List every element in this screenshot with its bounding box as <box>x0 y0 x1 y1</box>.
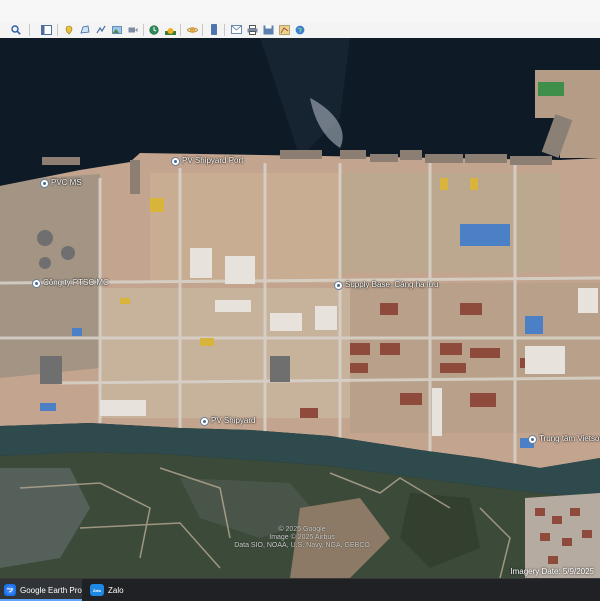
map-attribution: © 2025 Google Image © 2025 Airbus Data S… <box>222 526 382 550</box>
search-icon[interactable] <box>10 24 22 35</box>
toolbar-separator <box>143 24 144 36</box>
place-label[interactable]: PV Shipyard <box>211 416 255 425</box>
place-label[interactable]: Supply Base, Cảng hạ lưu <box>345 280 438 289</box>
attribution-copyright: © 2025 Google <box>278 526 326 533</box>
toolbar-separator <box>224 24 225 36</box>
satellite-map-view[interactable]: PVC MS PV Shipyard Port Công ty PTSC MC … <box>0 38 600 578</box>
attribution-data: Data SIO, NOAA, U.S. Navy, NGA, GEBCO <box>234 542 370 549</box>
place-label[interactable]: PVC MS <box>51 178 82 187</box>
ne-building <box>538 82 564 96</box>
placemark-pin[interactable] <box>32 279 41 288</box>
toolbar <box>0 0 600 39</box>
satellite-imagery <box>0 38 600 578</box>
placemark-icon[interactable] <box>63 24 75 35</box>
toolbar-separator <box>202 24 203 36</box>
place-label[interactable]: PV Shipyard Port <box>182 156 243 165</box>
placemark-pin[interactable] <box>334 281 343 290</box>
yard-block-2 <box>340 173 560 273</box>
save-image-icon[interactable] <box>262 24 274 35</box>
ruler-icon[interactable] <box>208 24 220 35</box>
email-icon[interactable] <box>230 24 242 35</box>
toolbar-separator <box>57 24 58 36</box>
zalo-icon-text: Zalo <box>92 587 102 593</box>
toolbar-separator <box>180 24 181 36</box>
historical-imagery-icon[interactable] <box>148 24 160 35</box>
west-lot <box>0 174 100 378</box>
placemark-pin[interactable] <box>171 157 180 166</box>
imagery-date: Imagery Date: 5/9/2025 <box>510 567 594 576</box>
attribution-image: Image © 2025 Airbus <box>269 534 335 541</box>
taskbar-item-label: Zalo <box>108 585 124 595</box>
taskbar: Google Earth Pro Zalo Zalo <box>0 578 600 601</box>
zalo-icon: Zalo <box>90 584 104 596</box>
planets-icon[interactable] <box>186 24 198 35</box>
taskbar-item-google-earth[interactable]: Google Earth Pro <box>0 579 82 601</box>
sun-icon[interactable] <box>164 24 176 35</box>
placemark-pin[interactable] <box>40 179 49 188</box>
globe-icon[interactable] <box>294 24 306 35</box>
place-label[interactable]: Trung tâm Vietsovpetro <box>539 434 600 443</box>
image-overlay-icon[interactable] <box>111 24 123 35</box>
record-tour-icon[interactable] <box>127 24 139 35</box>
placemark-pin[interactable] <box>528 435 537 444</box>
place-label[interactable]: Công ty PTSC MC <box>43 278 109 287</box>
path-icon[interactable] <box>95 24 107 35</box>
map-view-icon[interactable] <box>278 24 290 35</box>
placemark-pin[interactable] <box>200 417 209 426</box>
google-earth-icon <box>4 584 16 596</box>
taskbar-item-zalo[interactable]: Zalo Zalo <box>86 579 136 601</box>
polygon-icon[interactable] <box>79 24 91 35</box>
print-icon[interactable] <box>246 24 258 35</box>
toolbar-separator <box>29 24 30 36</box>
sidebar-toggle-icon[interactable] <box>40 24 52 35</box>
toolbar-top-strip <box>0 0 600 22</box>
taskbar-item-label: Google Earth Pro <box>20 585 82 595</box>
